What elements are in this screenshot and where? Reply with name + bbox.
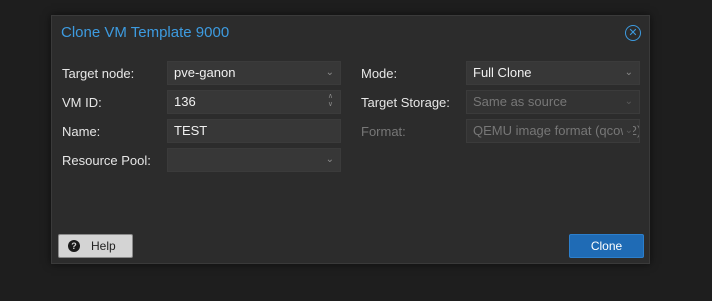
dialog-title: Clone VM Template 9000 xyxy=(61,24,230,41)
target-storage-value: Same as source xyxy=(473,94,567,109)
vm-id-label: VM ID: xyxy=(62,95,102,110)
name-label: Name: xyxy=(62,124,101,139)
format-value: QEMU image format (qcow2) xyxy=(473,123,640,138)
name-input[interactable]: TEST xyxy=(167,119,341,143)
close-icon[interactable]: ✕ xyxy=(625,25,641,41)
chevron-down-icon: ⌄ xyxy=(325,154,334,165)
question-circle-icon: ? xyxy=(68,240,80,252)
help-button[interactable]: ? Help xyxy=(58,234,133,258)
target-node-value: pve-ganon xyxy=(174,65,236,80)
target-node-select[interactable]: pve-ganon ⌄ xyxy=(167,61,341,85)
vm-id-spinner[interactable]: 136 ∧ ∨ xyxy=(167,90,341,114)
clone-vm-dialog: Clone VM Template 9000 ✕ Target node: pv… xyxy=(51,15,650,264)
chevron-down-icon: ⌄ xyxy=(624,96,633,107)
chevron-down-icon: ⌄ xyxy=(622,120,633,142)
format-select: QEMU image format (qcow2) ⌄ xyxy=(466,119,640,143)
help-button-label: Help xyxy=(91,239,116,253)
mode-value: Full Clone xyxy=(473,65,532,80)
mode-label: Mode: xyxy=(361,66,398,81)
resource-pool-select[interactable]: ⌄ xyxy=(167,148,341,172)
name-value: TEST xyxy=(174,123,208,138)
resource-pool-label: Resource Pool: xyxy=(62,153,151,168)
spinner-arrows-icon[interactable]: ∧ ∨ xyxy=(328,93,333,109)
clone-button[interactable]: Clone xyxy=(569,234,644,258)
chevron-down-icon: ⌄ xyxy=(325,67,334,78)
mode-select[interactable]: Full Clone ⌄ xyxy=(466,61,640,85)
target-storage-label: Target Storage: xyxy=(361,95,450,110)
target-storage-select[interactable]: Same as source ⌄ xyxy=(466,90,640,114)
format-label: Format: xyxy=(361,124,406,139)
chevron-down-icon: ⌄ xyxy=(624,67,633,78)
vm-id-value: 136 xyxy=(174,94,196,109)
target-node-label: Target node: xyxy=(62,66,135,81)
